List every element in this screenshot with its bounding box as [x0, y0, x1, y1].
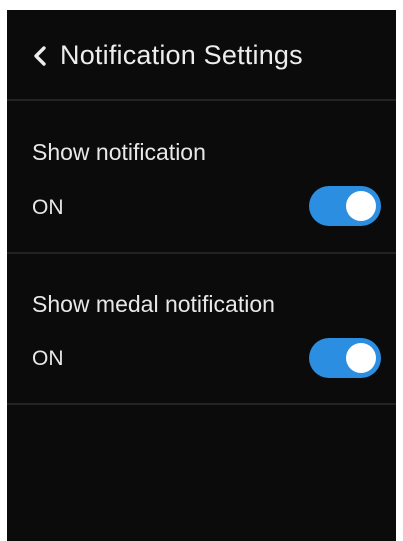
header-bar: Notification Settings — [7, 10, 396, 100]
setting-value: ON — [32, 196, 64, 219]
toggle-knob — [346, 191, 376, 221]
row-divider — [7, 403, 396, 405]
row-divider — [7, 252, 396, 254]
setting-value: ON — [32, 347, 64, 370]
show-medal-notification-toggle[interactable] — [309, 338, 381, 378]
toggle-knob — [346, 343, 376, 373]
page-title: Notification Settings — [60, 40, 303, 70]
notification-settings-screen: Notification Settings Show notification … — [7, 10, 396, 541]
chevron-left-icon[interactable] — [32, 45, 48, 67]
show-notification-toggle[interactable] — [309, 186, 381, 226]
header-divider — [7, 99, 396, 101]
setting-title: Show notification — [32, 139, 206, 165]
setting-title: Show medal notification — [32, 291, 275, 317]
